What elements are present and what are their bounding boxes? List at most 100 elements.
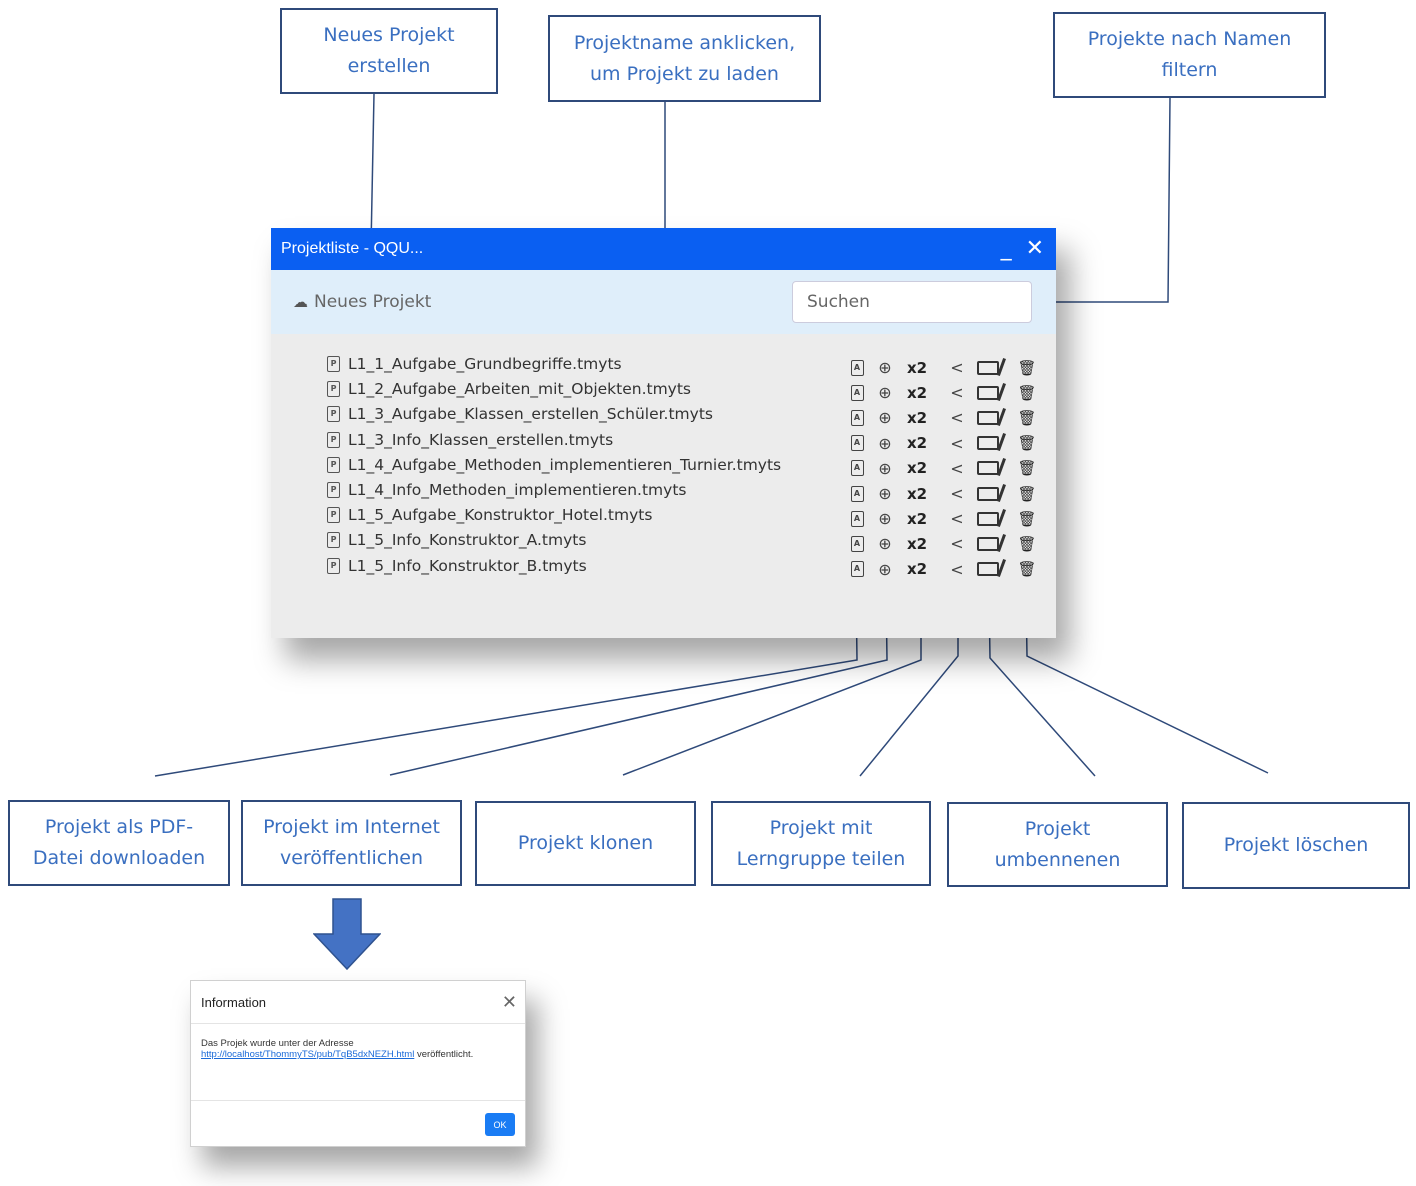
search-input[interactable] [792,281,1032,323]
callout-delete: Projekt löschen [1182,802,1410,889]
clone-button[interactable]: x2 [906,557,928,582]
callout-new-project: Neues Projekt erstellen [280,8,498,94]
pdf-download-icon[interactable]: A [849,506,865,531]
project-file-link[interactable]: P L1_2_Aufgabe_Arbeiten_mit_Objekten.tmyt… [327,380,691,398]
clone-button[interactable]: x2 [906,531,928,556]
published-url-link[interactable]: http://localhost/ThommyTS/pub/TqB5dxNEZH… [201,1049,414,1060]
pdf-download-icon[interactable]: A [849,481,865,506]
project-file-name: L1_5_Info_Konstruktor_A.tmyts [348,531,587,550]
globe-icon[interactable]: ⊕ [875,481,895,506]
globe-icon[interactable]: ⊕ [875,431,895,456]
rename-icon[interactable] [976,405,1000,430]
project-file-link[interactable]: P L1_3_Aufgabe_Klassen_erstellen_Schüler.… [327,405,713,423]
globe-icon[interactable]: ⊕ [875,506,895,531]
clone-button[interactable]: x2 [906,380,928,405]
globe-icon[interactable]: ⊕ [875,531,895,556]
list-item: P L1_1_Aufgabe_Grundbegriffe.tmyts A ⊕ x2 < 🗑 [271,355,1056,380]
pdf-download-icon[interactable]: A [849,456,865,481]
list-item: P L1_3_Info_Klassen_erstellen.tmyts A ⊕ x2 < 🗑 [271,431,1056,456]
clone-button[interactable]: x2 [906,355,928,380]
list-item: P L1_4_Aufgabe_Methoden_implementieren_Tu… [271,456,1056,481]
clone-button[interactable]: x2 [906,456,928,481]
trash-icon[interactable]: 🗑 [1017,456,1036,481]
file-icon: P [327,557,340,574]
pdf-download-icon[interactable]: A [849,380,865,405]
rename-icon[interactable] [976,481,1000,506]
list-item: P L1_2_Aufgabe_Arbeiten_mit_Objekten.tmyt… [271,380,1056,405]
project-file-name: L1_5_Info_Konstruktor_B.tmyts [348,556,587,575]
clone-button[interactable]: x2 [906,481,928,506]
rename-icon[interactable] [976,355,1000,380]
window-titlebar: Projektliste - QQU... _ ✕ [271,228,1056,270]
callout-download-pdf: Projekt als PDF- Datei downloaden [8,800,230,886]
file-icon: P [327,507,340,524]
rename-icon[interactable] [976,456,1000,481]
information-dialog: Information ✕ Das Projek wurde unter der… [190,980,526,1147]
pdf-download-icon[interactable]: A [849,355,865,380]
project-file-link[interactable]: P L1_3_Info_Klassen_erstellen.tmyts [327,431,613,449]
project-file-link[interactable]: P L1_5_Aufgabe_Konstruktor_Hotel.tmyts [327,506,652,524]
close-icon[interactable]: ✕ [502,992,517,1013]
project-file-name: L1_5_Aufgabe_Konstruktor_Hotel.tmyts [348,506,653,525]
project-file-name: L1_4_Aufgabe_Methoden_implementieren_Tur… [348,455,782,474]
callout-load-project: Projektname anklicken, um Projekt zu lad… [548,15,821,102]
down-arrow-icon [313,898,381,970]
trash-icon[interactable]: 🗑 [1017,531,1036,556]
list-item: P L1_5_Aufgabe_Konstruktor_Hotel.tmyts A ⊕ x… [271,506,1056,531]
trash-icon[interactable]: 🗑 [1017,506,1036,531]
new-project-button[interactable]: ☁ Neues Projekt [293,292,431,312]
callout-filter-projects: Projekte nach Namen filtern [1053,12,1326,98]
clone-button[interactable]: x2 [906,431,928,456]
share-icon[interactable]: < [947,405,967,430]
rename-icon[interactable] [976,557,1000,582]
share-icon[interactable]: < [947,456,967,481]
trash-icon[interactable]: 🗑 [1017,380,1036,405]
project-file-link[interactable]: P L1_4_Info_Methoden_implementieren.tmyts [327,481,686,499]
globe-icon[interactable]: ⊕ [875,355,895,380]
project-file-name: L1_2_Aufgabe_Arbeiten_mit_Objekten.tmyts [348,380,692,399]
trash-icon[interactable]: 🗑 [1017,405,1036,430]
file-icon: P [327,482,340,498]
share-icon[interactable]: < [947,531,967,556]
project-file-name: L1_3_Aufgabe_Klassen_erstellen_Schüler.t… [348,405,713,424]
pdf-download-icon[interactable]: A [849,557,865,582]
file-icon: P [327,532,340,549]
project-file-link[interactable]: P L1_4_Aufgabe_Methoden_implementieren_Tu… [327,456,781,474]
dialog-body: Das Projek wurde unter der Adresse http:… [191,1024,525,1101]
connector-delete [1025,591,1269,774]
rename-icon[interactable] [976,531,1000,556]
globe-icon[interactable]: ⊕ [875,557,895,582]
pdf-download-icon[interactable]: A [849,405,865,430]
clone-button[interactable]: x2 [906,405,928,430]
share-icon[interactable]: < [947,380,967,405]
globe-icon[interactable]: ⊕ [875,405,895,430]
globe-icon[interactable]: ⊕ [875,456,895,481]
pdf-download-icon[interactable]: A [849,431,865,456]
share-icon[interactable]: < [947,481,967,506]
trash-icon[interactable]: 🗑 [1017,431,1036,456]
ok-button[interactable]: OK [485,1113,515,1136]
trash-icon[interactable]: 🗑 [1017,355,1036,380]
trash-icon[interactable]: 🗑 [1017,481,1036,506]
trash-icon[interactable]: 🗑 [1017,557,1036,582]
project-file-link[interactable]: P L1_5_Info_Konstruktor_B.tmyts [327,557,587,575]
rename-icon[interactable] [976,380,1000,405]
project-file-link[interactable]: P L1_1_Aufgabe_Grundbegriffe.tmyts [327,355,622,373]
globe-icon[interactable]: ⊕ [875,380,895,405]
dialog-text-after: veröffentlicht. [414,1049,474,1060]
share-icon[interactable]: < [947,557,967,582]
project-file-link[interactable]: P L1_5_Info_Konstruktor_A.tmyts [327,531,586,549]
file-icon: P [327,356,340,372]
dialog-title: Information [201,994,267,1010]
dialog-header: Information ✕ [191,981,525,1024]
file-icon: P [327,431,340,448]
minimize-icon[interactable]: _ [1001,238,1012,260]
rename-icon[interactable] [976,506,1000,531]
close-icon[interactable]: ✕ [1026,238,1044,260]
pdf-download-icon[interactable]: A [849,531,865,556]
rename-icon[interactable] [976,431,1000,456]
clone-button[interactable]: x2 [906,506,928,531]
share-icon[interactable]: < [947,506,967,531]
share-icon[interactable]: < [947,355,967,380]
share-icon[interactable]: < [947,431,967,456]
